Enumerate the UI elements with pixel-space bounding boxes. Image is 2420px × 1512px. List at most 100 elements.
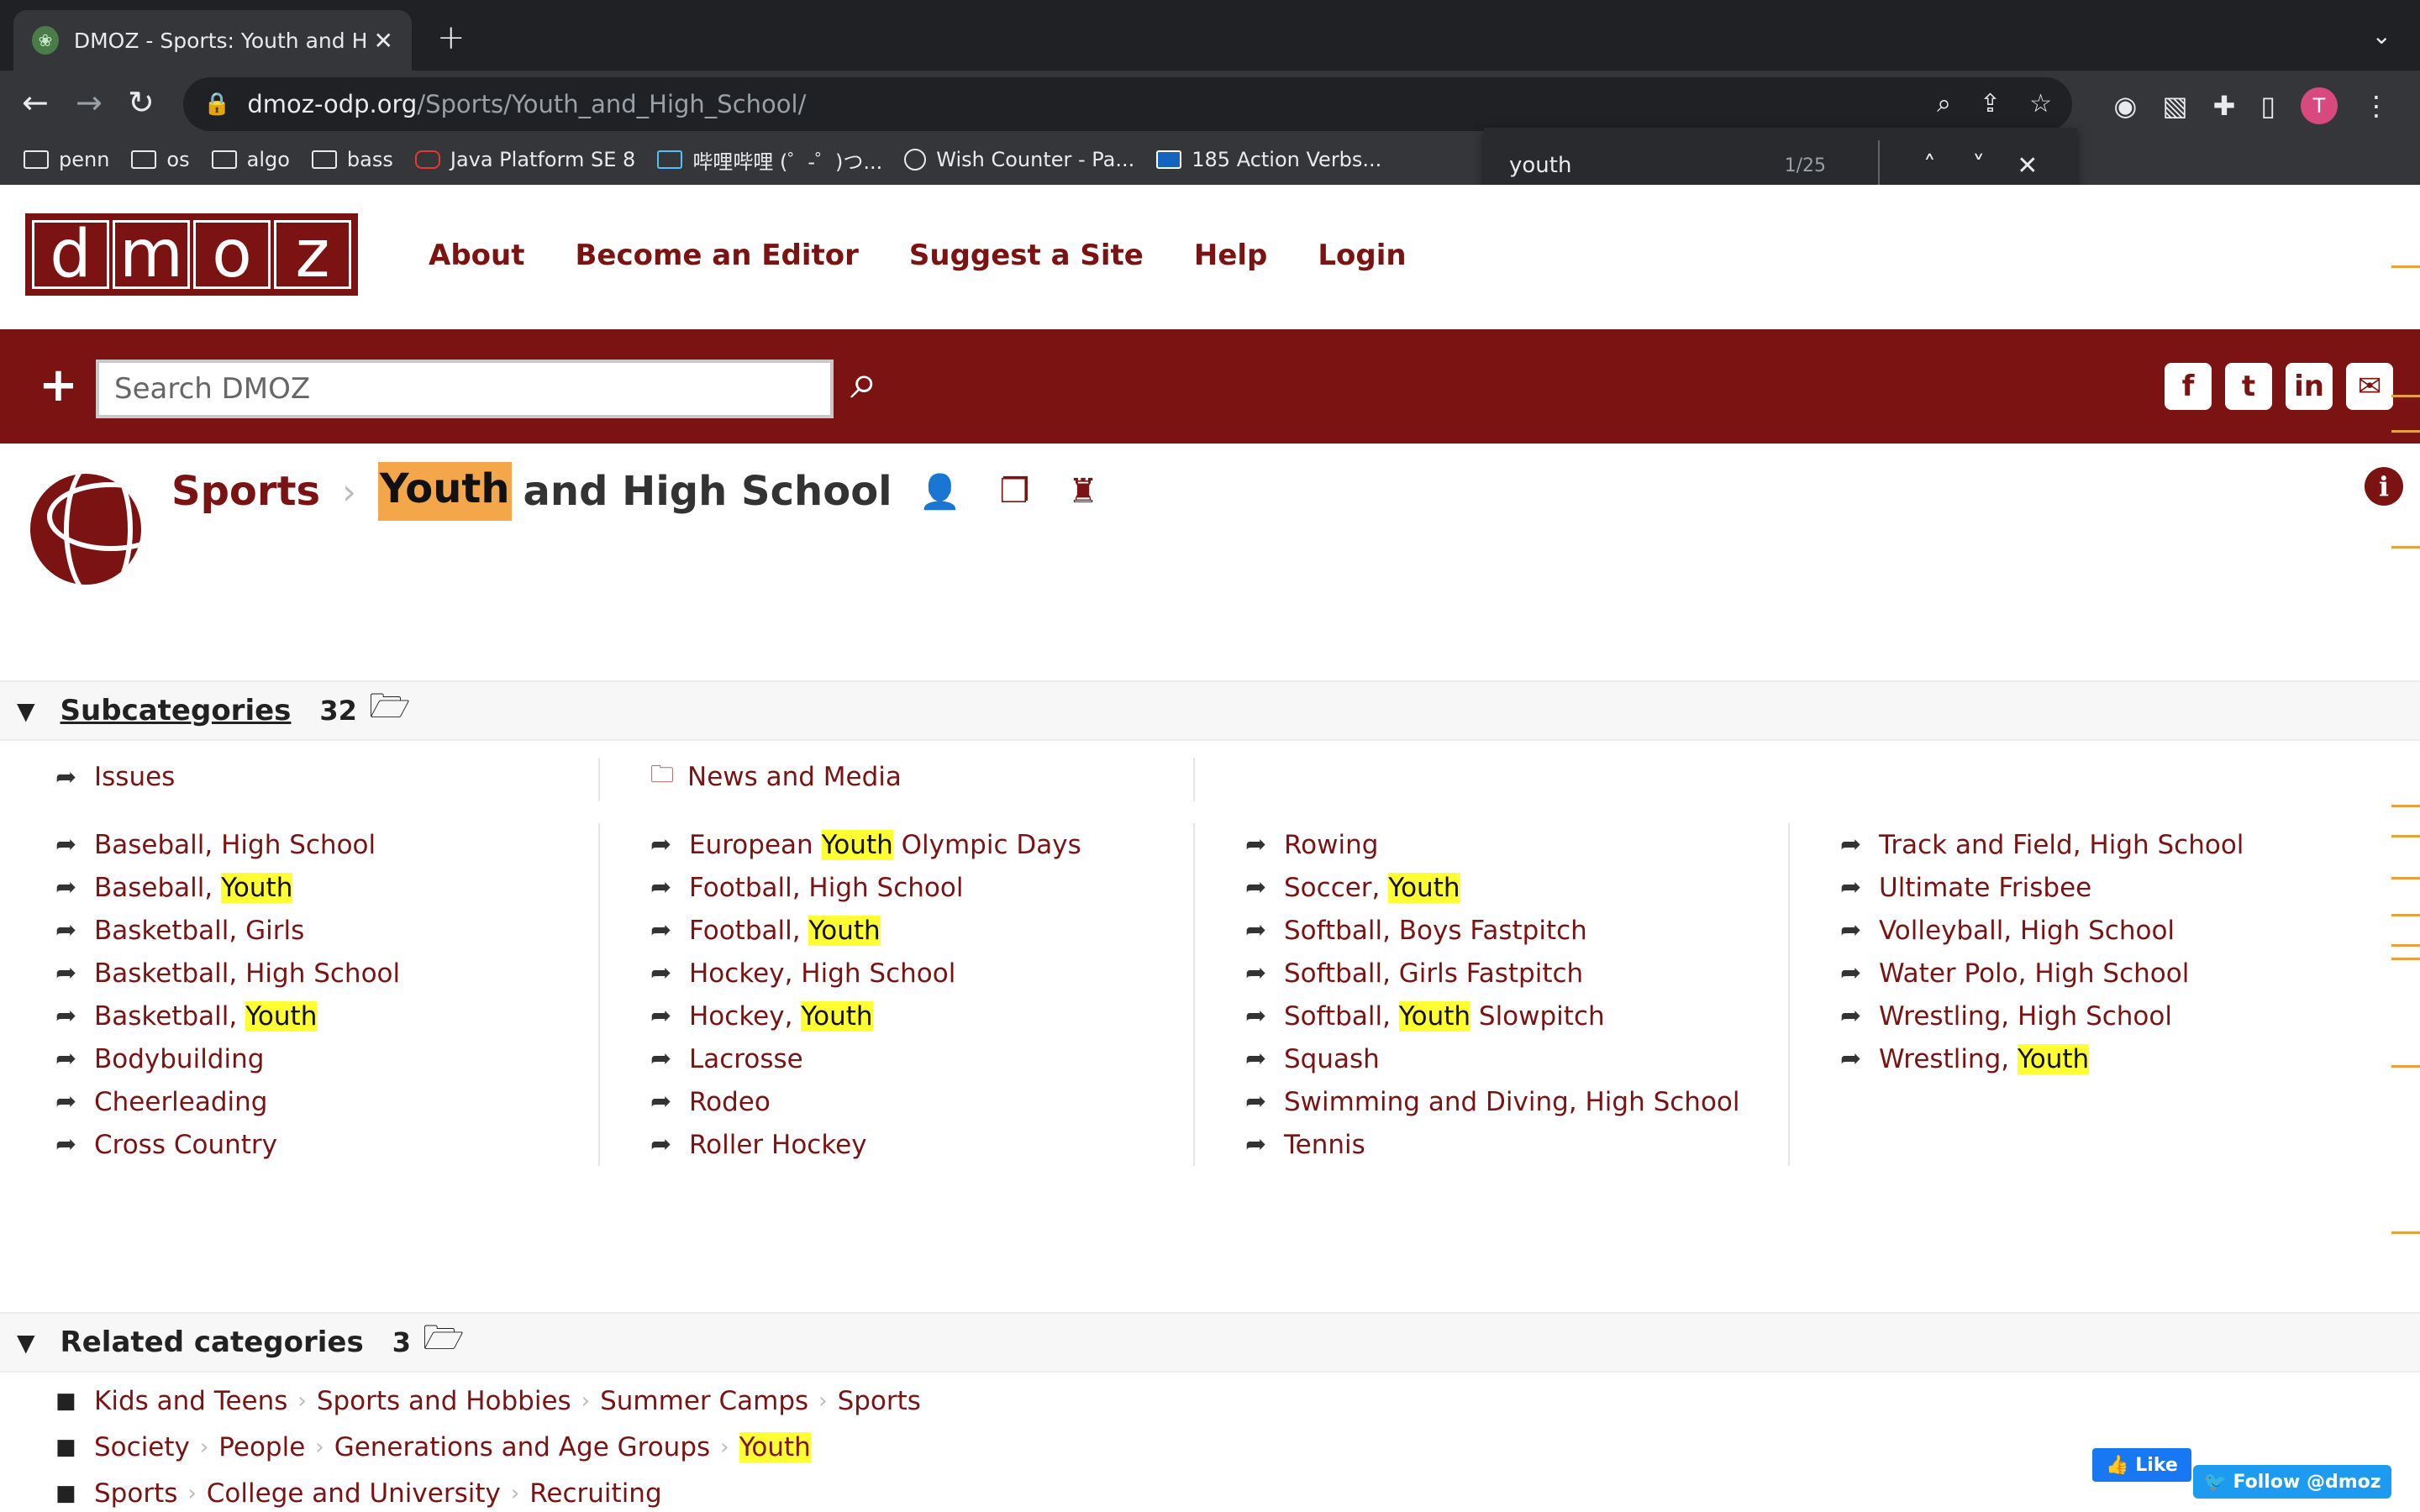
subcategory-link[interactable]: Hockey, Youth	[689, 1000, 873, 1032]
subcategory-item[interactable]: ➦ Squash	[1190, 1037, 1785, 1080]
subcategory-item[interactable]: ➦ Ultimate Frisbee	[1785, 866, 2380, 909]
subcategory-item[interactable]: ➦ Roller Hockey	[595, 1123, 1190, 1166]
nav-link-about[interactable]: About	[429, 239, 524, 272]
subcategory-item[interactable]: ➦ Softball, Girls Fastpitch	[1190, 952, 1785, 995]
find-in-page-icon[interactable]: ⌕	[1937, 89, 1951, 118]
bookmark-item[interactable]: 185 Action Verbs...	[1156, 148, 1381, 171]
related-link[interactable]: Generations and Age Groups	[334, 1432, 710, 1462]
subcategory-item[interactable]: ➦ Football, High School	[595, 866, 1190, 909]
subcategory-item[interactable]: ➦ Softball, Boys Fastpitch	[1190, 909, 1785, 952]
subcategory-link[interactable]: Baseball, High School	[94, 830, 376, 860]
related-link[interactable]: Summer Camps	[600, 1386, 808, 1416]
bookmark-item[interactable]: bass	[311, 148, 393, 171]
extension-pen-icon[interactable]: ▧	[2162, 90, 2187, 122]
subcategory-item[interactable]: ➦ Volleyball, High School	[1785, 909, 2380, 952]
subcategory-link[interactable]: Wrestling, Youth	[1879, 1043, 2090, 1074]
find-input[interactable]	[1509, 153, 1785, 178]
subcategory-link[interactable]: Softball, Youth Slowpitch	[1284, 1000, 1605, 1032]
nav-link-become-an-editor[interactable]: Become an Editor	[575, 239, 858, 272]
subcategory-link[interactable]: Lacrosse	[689, 1044, 803, 1074]
forward-arrow-icon[interactable]: →	[76, 84, 103, 121]
subcategory-link[interactable]: Track and Field, High School	[1879, 830, 2244, 860]
nav-link-help[interactable]: Help	[1194, 239, 1268, 272]
subcategory-link[interactable]: Rowing	[1284, 830, 1378, 860]
new-tab-button[interactable]: +	[437, 18, 466, 57]
subcategory-link[interactable]: Cross Country	[94, 1130, 277, 1160]
related-link[interactable]: People	[218, 1432, 305, 1462]
search-icon[interactable]: ⌕	[850, 353, 877, 411]
plus-icon[interactable]: +	[39, 358, 78, 412]
bookmark-item[interactable]: os	[131, 148, 190, 171]
subcategory-link[interactable]: Softball, Boys Fastpitch	[1284, 916, 1587, 946]
subcategory-item[interactable]: ➦ Basketball, Youth	[0, 995, 595, 1037]
reload-icon[interactable]: ↻	[128, 84, 155, 121]
subcategory-item[interactable]: ➦ Baseball, High School	[0, 823, 595, 866]
share-icon[interactable]: ⇪	[1980, 89, 2001, 118]
subcategory-item[interactable]: ➦ Football, Youth	[595, 909, 1190, 952]
subcategory-item[interactable]: ➦ Rowing	[1190, 823, 1785, 866]
tab-search-chevron-icon[interactable]: ⌄	[2372, 22, 2391, 50]
subcategory-item[interactable]: ➦ Basketball, Girls	[0, 909, 595, 952]
subcategory-item[interactable]: ➦ Bodybuilding	[0, 1037, 595, 1080]
subcategory-link[interactable]: Squash	[1284, 1044, 1380, 1074]
subcategory-link[interactable]: Soccer, Youth	[1284, 872, 1460, 903]
find-next-chevron-down-icon[interactable]: ˅	[1954, 151, 2003, 181]
subcategory-link[interactable]: Water Polo, High School	[1879, 958, 2189, 989]
subcategory-item[interactable]: ➦ Lacrosse	[595, 1037, 1190, 1080]
bookmark-item[interactable]: algo	[211, 148, 290, 171]
related-link[interactable]: Sports	[94, 1478, 177, 1509]
add-editor-icon[interactable]: 👤	[919, 472, 961, 512]
side-panel-icon[interactable]: ▯	[2260, 90, 2275, 122]
dmoz-logo[interactable]: dmoz	[25, 213, 358, 296]
subcategory-item[interactable]: ➦ Softball, Youth Slowpitch	[1190, 995, 1785, 1037]
subcategory-link[interactable]: Volleyball, High School	[1879, 916, 2175, 946]
subcategory-link[interactable]: Rodeo	[689, 1087, 771, 1117]
subcategory-link[interactable]: Baseball, Youth	[94, 872, 293, 903]
subcategory-item[interactable]: ➦ Baseball, Youth	[0, 866, 595, 909]
back-arrow-icon[interactable]: ←	[22, 84, 49, 121]
subcategory-link[interactable]: Roller Hockey	[689, 1130, 867, 1160]
subcategory-item[interactable]: ➦ Rodeo	[595, 1080, 1190, 1123]
subcategory-news-and-media[interactable]: News and Media	[687, 762, 902, 792]
collapse-triangle-icon[interactable]: ▼	[17, 697, 35, 725]
search-input[interactable]	[96, 360, 834, 418]
twitter-icon[interactable]: t	[2225, 363, 2272, 410]
find-previous-chevron-up-icon[interactable]: ˄	[1905, 151, 1954, 181]
related-categories-header[interactable]: ▼ Related categories 3 🗁	[0, 1312, 2420, 1373]
subcategory-item[interactable]: ➦ European Youth Olympic Days	[595, 823, 1190, 866]
twitter-follow-button[interactable]: 🐦 Follow @dmoz	[2193, 1465, 2391, 1499]
nav-link-suggest-a-site[interactable]: Suggest a Site	[909, 239, 1144, 272]
subcategory-link[interactable]: Basketball, Girls	[94, 916, 304, 946]
related-link[interactable]: Kids and Teens	[94, 1386, 287, 1416]
subcategories-title[interactable]: Subcategories	[60, 694, 292, 727]
bookmark-star-icon[interactable]: ☆	[2029, 89, 2052, 118]
subcategory-link[interactable]: Basketball, Youth	[94, 1000, 318, 1032]
subcategory-item[interactable]: ➦ Basketball, High School	[0, 952, 595, 995]
subcategory-item[interactable]: ➦ Soccer, Youth	[1190, 866, 1785, 909]
subcategory-item[interactable]: ➦ Water Polo, High School	[1785, 952, 2380, 995]
subcategory-item[interactable]: ➦ Hockey, High School	[595, 952, 1190, 995]
more-menu-icon[interactable]: ⋮	[2363, 90, 2390, 122]
editor-spy-icon[interactable]: ♜	[1068, 472, 1098, 512]
subcategory-item[interactable]: ➦ Tennis	[1190, 1123, 1785, 1166]
related-link[interactable]: Sports	[838, 1386, 921, 1416]
subcategory-link[interactable]: Hockey, High School	[689, 958, 955, 989]
nav-link-login[interactable]: Login	[1318, 239, 1406, 272]
subcategory-link[interactable]: Football, Youth	[689, 915, 881, 946]
subcategory-link[interactable]: Swimming and Diving, High School	[1284, 1087, 1740, 1117]
subcategory-link[interactable]: Football, High School	[689, 873, 963, 903]
bookmark-item[interactable]: Java Platform SE 8	[414, 148, 635, 171]
address-bar[interactable]: 🔒 dmoz-odp.org/Sports/Youth_and_High_Sch…	[183, 77, 2072, 131]
subcategory-link[interactable]: Cheerleading	[94, 1087, 267, 1117]
subcategory-link[interactable]: Ultimate Frisbee	[1879, 873, 2091, 903]
close-tab-icon[interactable]: ✕	[374, 27, 393, 55]
extension-chrome-icon[interactable]: ◉	[2113, 90, 2137, 122]
related-link[interactable]: Recruiting	[529, 1478, 661, 1509]
subcategory-item[interactable]: ➦ Swimming and Diving, High School	[1190, 1080, 1785, 1123]
subcategory-item[interactable]: ➦ Wrestling, Youth	[1785, 1037, 2380, 1080]
related-link[interactable]: College and University	[207, 1478, 501, 1509]
subcategory-link[interactable]: Softball, Girls Fastpitch	[1284, 958, 1583, 989]
subcategory-link[interactable]: European Youth Olympic Days	[689, 829, 1081, 860]
lock-icon[interactable]: 🔒	[203, 92, 230, 117]
subcategory-link[interactable]: Wrestling, High School	[1879, 1001, 2172, 1032]
